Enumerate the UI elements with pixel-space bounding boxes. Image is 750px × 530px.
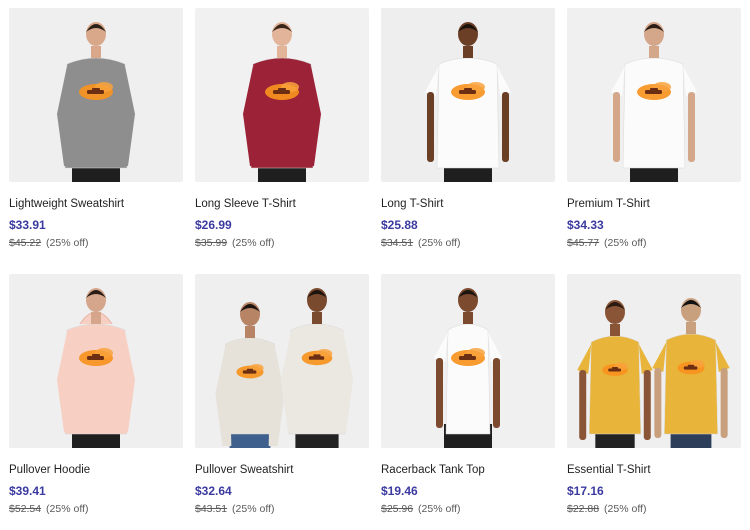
product-title[interactable]: Racerback Tank Top [381,464,555,477]
price-comparison: $45.22 (25% off) [9,237,183,249]
product-price: $25.88 [381,218,418,232]
product-card-lightweight-sweatshirt[interactable]: Lightweight Sweatshirt $33.91 $45.22 (25… [9,8,183,249]
product-image[interactable] [381,8,555,182]
product-title[interactable]: Premium T-Shirt [567,198,741,211]
product-image[interactable] [567,274,741,448]
model-illustration [57,288,135,448]
model-figure [243,22,321,182]
price-comparison: $35.99 (25% off) [195,237,369,249]
product-title[interactable]: Pullover Hoodie [9,464,183,477]
product-title[interactable]: Lightweight Sweatshirt [9,198,183,211]
original-price: $52.54 [9,503,42,515]
product-image[interactable] [567,8,741,182]
product-price: $19.46 [381,484,418,498]
price-comparison: $52.54 (25% off) [9,503,183,515]
product-price: $34.33 [567,218,604,232]
model-illustration [243,22,321,182]
product-image[interactable] [195,8,369,182]
original-price: $35.99 [195,237,228,249]
price-comparison: $25.96 (25% off) [381,503,555,515]
product-price: $33.91 [9,218,46,232]
model-figure [611,22,697,182]
model-figure [425,22,511,182]
model-illustration [611,22,697,182]
product-card-essential-t-shirt[interactable]: Essential T-Shirt $17.16 $22.88 (25% off… [567,274,741,515]
discount-label: (25% off) [418,503,461,515]
price-comparison: $22.88 (25% off) [567,503,741,515]
discount-label: (25% off) [232,237,275,249]
product-image[interactable] [195,274,369,448]
product-title[interactable]: Pullover Sweatshirt [195,464,369,477]
product-image[interactable] [9,8,183,182]
original-price: $43.51 [195,503,228,515]
model-illustration [425,22,511,182]
price-comparison: $43.51 (25% off) [195,503,369,515]
product-title[interactable]: Long Sleeve T-Shirt [195,198,369,211]
product-card-pullover-sweatshirt[interactable]: Pullover Sweatshirt $32.64 $43.51 (25% o… [195,274,369,515]
model-figure [434,288,502,448]
original-price: $22.88 [567,503,600,515]
product-title[interactable]: Essential T-Shirt [567,464,741,477]
product-grid: Lightweight Sweatshirt $33.91 $45.22 (25… [0,0,750,530]
product-title[interactable]: Long T-Shirt [381,198,555,211]
product-price: $17.16 [567,484,604,498]
product-price: $39.41 [9,484,46,498]
discount-label: (25% off) [46,503,89,515]
model-figure [280,288,354,448]
product-card-racerback-tank-top[interactable]: Racerback Tank Top $19.46 $25.96 (25% of… [381,274,555,515]
model-illustration [577,298,730,448]
price-comparison: $34.51 (25% off) [381,237,555,249]
product-card-long-sleeve-t-shirt[interactable]: Long Sleeve T-Shirt $26.99 $35.99 (25% o… [195,8,369,249]
product-price: $26.99 [195,218,232,232]
original-price: $45.77 [567,237,600,249]
product-card-long-t-shirt[interactable]: Long T-Shirt $25.88 $34.51 (25% off) [381,8,555,249]
product-image[interactable] [9,274,183,448]
model-illustration [434,288,502,448]
discount-label: (25% off) [604,503,647,515]
original-price: $45.22 [9,237,42,249]
price-comparison: $45.77 (25% off) [567,237,741,249]
discount-label: (25% off) [418,237,461,249]
discount-label: (25% off) [232,503,275,515]
product-card-pullover-hoodie[interactable]: Pullover Hoodie $39.41 $52.54 (25% off) [9,274,183,515]
model-illustration [215,288,354,448]
model-figure [57,22,135,182]
original-price: $34.51 [381,237,414,249]
original-price: $25.96 [381,503,414,515]
product-card-premium-t-shirt[interactable]: Premium T-Shirt $34.33 $45.77 (25% off) [567,8,741,249]
discount-label: (25% off) [46,237,89,249]
discount-label: (25% off) [604,237,647,249]
product-image[interactable] [381,274,555,448]
product-price: $32.64 [195,484,232,498]
model-figure [57,288,135,448]
model-illustration [57,22,135,182]
